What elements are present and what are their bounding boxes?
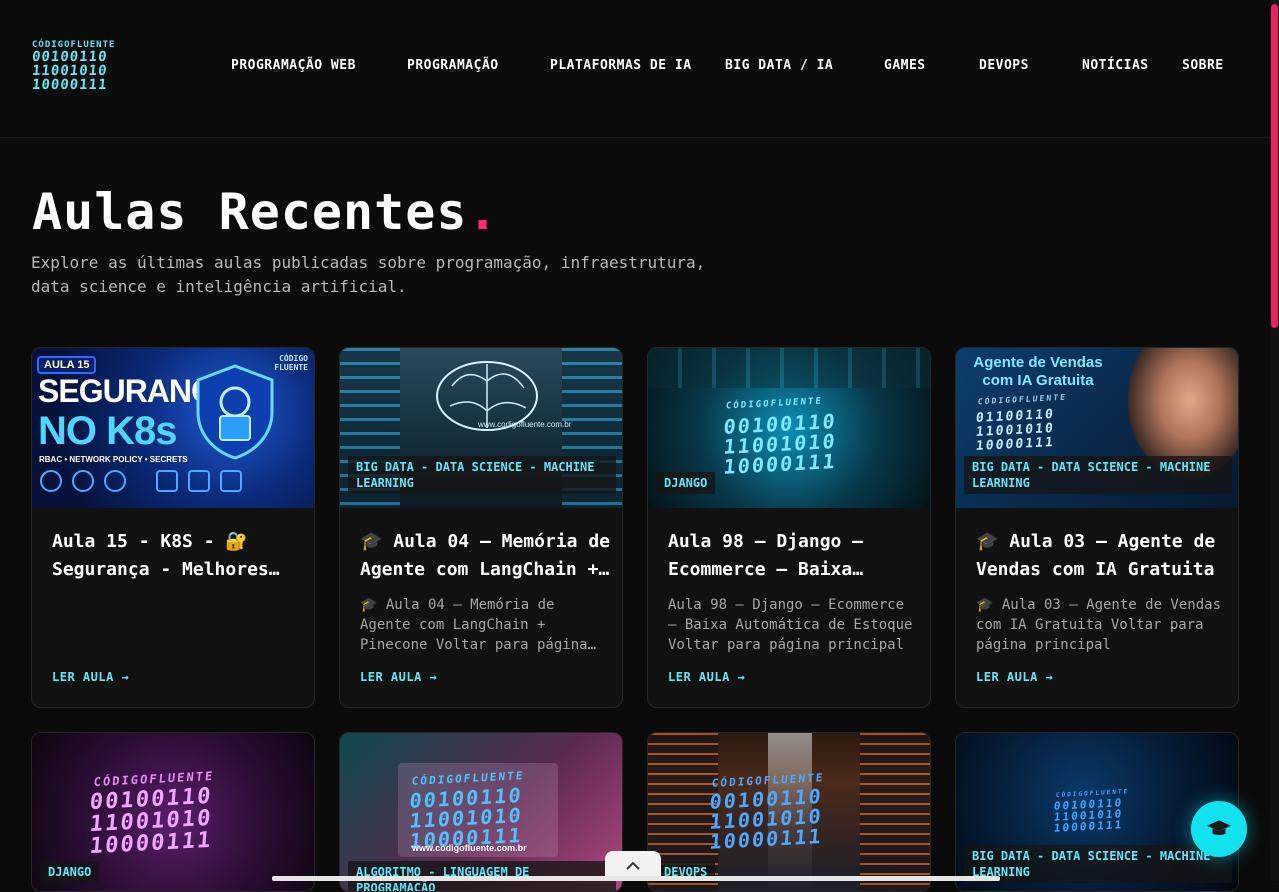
lesson-card[interactable]: www.codigofluente.com.br BIG DATA - DATA… [339, 347, 623, 708]
thumb-brand: CÓDIGOFLUENTE [977, 392, 1068, 407]
thumb-binary-line: 10000111 [88, 827, 214, 860]
card-category-tag[interactable]: BIG DATA - DATA SCIENCE - MACHINE LEARNI… [348, 456, 616, 494]
card-title[interactable]: Aula 15 - K8S - 🔐 Segurança - Melhores P… [52, 528, 302, 584]
thumb-binary-line: 10000111 [722, 449, 838, 479]
lesson-card[interactable]: CÓDIGOFLUENTE 00100110 11001010 10000111… [647, 347, 931, 708]
thumb-binary-line: 10000111 [975, 434, 1056, 455]
card-thumbnail[interactable]: Agente de Vendas com IA Gratuita CÓDIGOF… [956, 348, 1238, 508]
floating-academy-button[interactable] [1191, 801, 1247, 857]
card-thumbnail[interactable]: CÓDIGOFLUENTE 00100110 11001010 10000111… [32, 733, 314, 891]
nav-noticias[interactable]: NOTÍCIAS [1082, 58, 1149, 73]
logo-binary-line: 10000111 [31, 77, 109, 93]
card-title[interactable]: 🎓 Aula 03 – Agente de Vendas com IA Grat… [976, 528, 1226, 584]
nav-programacao-web[interactable]: PROGRAMAÇÃO WEB [231, 58, 356, 73]
read-lesson-link[interactable]: LER AULA → [52, 670, 129, 684]
lesson-card[interactable]: CÓDIGOFLUENTE 00100110 11001010 10000111… [647, 732, 931, 892]
lesson-card[interactable]: CÓDIGOFLUENTE 00100110 11001010 10000111… [339, 732, 623, 892]
card-category-tag[interactable]: DJANGO [656, 472, 716, 494]
card-category-tag[interactable]: DJANGO [40, 861, 100, 883]
nav-sobre[interactable]: SOBRE [1182, 58, 1224, 73]
card-thumbnail[interactable]: CÓDIGOFLUENTE 00100110 11001010 10000111… [648, 348, 930, 508]
thumb-line2: com IA Gratuita [982, 372, 1094, 389]
card-excerpt: Aula 98 – Django – Ecommerce – Baixa Aut… [668, 597, 913, 653]
card-category-tag[interactable]: BIG DATA - DATA SCIENCE - MACHINE LEARNI… [964, 845, 1232, 883]
lesson-card[interactable]: AULA 15 SEGURANÇA NO K8s RBAC • NETWORK … [31, 347, 315, 708]
read-lesson-link[interactable]: LER AULA → [360, 670, 437, 684]
nav-big-data-ia[interactable]: BIG DATA / IA [725, 58, 833, 73]
card-excerpt: 🎓 Aula 03 – Agente de Vendas com IA Grat… [976, 597, 1222, 653]
thumb-brand: CÓDIGOFLUENTE [725, 396, 824, 412]
thumb-icon-row [40, 470, 310, 504]
card-thumbnail[interactable]: CÓDIGOFLUENTE 00100110 11001010 10000111… [340, 733, 622, 891]
graduation-cap-icon [1207, 820, 1231, 835]
nav-games[interactable]: GAMES [884, 58, 926, 73]
title-accent-dot: . [467, 183, 499, 241]
page-scrollbar[interactable] [1270, 0, 1279, 881]
lesson-card[interactable]: Agente de Vendas com IA Gratuita CÓDIGOF… [955, 347, 1239, 708]
read-lesson-link[interactable]: LER AULA → [668, 670, 745, 684]
page-title: Aulas Recentes. [32, 183, 499, 241]
nav-programacao[interactable]: PROGRAMAÇÃO [407, 58, 499, 73]
card-title[interactable]: 🎓 Aula 04 – Memória de Agente com LangCh… [360, 528, 610, 584]
card-title[interactable]: Aula 98 – Django – Ecommerce – Baixa Aut… [668, 528, 918, 584]
thumb-binary-line: 10000111 [1053, 818, 1124, 835]
scrollbar-thumb[interactable] [1271, 4, 1278, 328]
horizontal-scrollbar[interactable] [272, 876, 1000, 881]
card-category-tag[interactable]: BIG DATA - DATA SCIENCE - MACHINE LEARNI… [964, 456, 1232, 494]
nav-plataformas-de-ia[interactable]: PLATAFORMAS DE IA [550, 58, 692, 73]
page-title-text: Aulas Recentes [32, 183, 468, 241]
card-thumbnail[interactable]: www.codigofluente.com.br BIG DATA - DATA… [340, 348, 622, 508]
card-excerpt: 🎓 Aula 04 – Memória de Agente com LangCh… [360, 597, 588, 653]
thumb-binary-line: 10000111 [708, 824, 824, 854]
thumb-caption: www.codigofluente.com.br [478, 420, 572, 429]
nav-devops[interactable]: DEVOPS [979, 58, 1029, 73]
thumb-line1: Agente de Vendas [973, 354, 1103, 371]
chevron-up-icon [626, 861, 640, 870]
shield-lock-icon [196, 364, 274, 460]
card-thumbnail[interactable]: CÓDIGOFLUENTE 00100110 11001010 10000111… [648, 733, 930, 891]
card-thumbnail[interactable]: AULA 15 SEGURANÇA NO K8s RBAC • NETWORK … [32, 348, 314, 508]
thumb-subline: RBAC • NETWORK POLICY • SECRETS [39, 455, 188, 464]
site-header: CÓDIGOFLUENTE 00100110 11001010 10000111… [0, 0, 1270, 138]
thumb-line2: NO K8s [38, 409, 177, 453]
lesson-card[interactable]: CÓDIGOFLUENTE 00100110 11001010 10000111… [31, 732, 315, 892]
thumb-caption: www.codigofluente.com.br [412, 843, 527, 853]
main-nav: PROGRAMAÇÃO WEB PROGRAMAÇÃO PLATAFORMAS … [0, 58, 1270, 78]
page-intro: Explore as últimas aulas publicadas sobr… [31, 253, 706, 296]
read-lesson-link[interactable]: LER AULA → [976, 670, 1053, 684]
thumb-badge: AULA 15 [37, 356, 97, 374]
